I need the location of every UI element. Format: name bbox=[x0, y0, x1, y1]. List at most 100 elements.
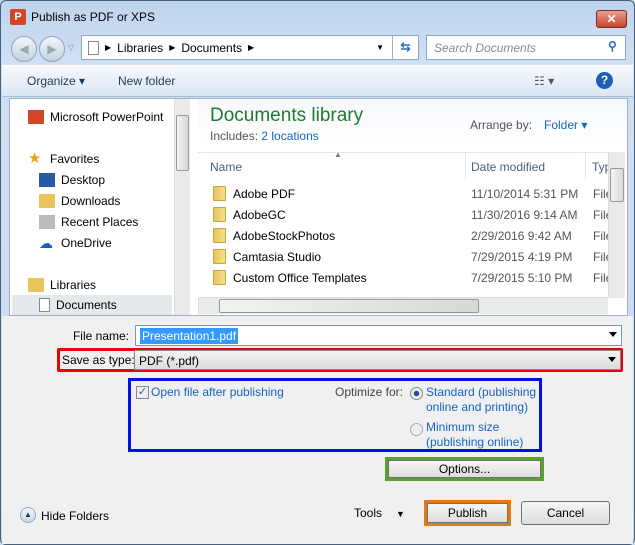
column-header: Name ▲ Date modified Typ bbox=[198, 150, 611, 180]
file-list-pane: Documents library Includes: 2 locations … bbox=[198, 99, 627, 315]
standard-option-label[interactable]: Standard (publishing online and printing) bbox=[426, 385, 536, 415]
save-type-label: Save as type: bbox=[62, 353, 135, 367]
address-dropdown-icon[interactable]: ▼ bbox=[376, 43, 384, 52]
cancel-button[interactable]: Cancel bbox=[521, 501, 610, 525]
nav-label: Downloads bbox=[61, 194, 121, 208]
recent-places-icon bbox=[39, 215, 55, 229]
breadcrumb-libraries[interactable]: Libraries bbox=[117, 41, 163, 55]
publish-highlight: Publish bbox=[424, 500, 511, 526]
nav-label: Favorites bbox=[50, 152, 100, 166]
optimize-label: Optimize for: bbox=[335, 385, 404, 399]
back-button[interactable]: ◀ bbox=[11, 36, 37, 62]
breadcrumb-arrow-icon: ▶ bbox=[169, 43, 176, 52]
includes-label: Includes: bbox=[210, 129, 259, 143]
nav-item-recent-places[interactable]: Recent Places bbox=[39, 212, 190, 232]
publish-button[interactable]: Publish bbox=[427, 503, 508, 523]
publish-options-group: ✓ Open file after publishing Optimize fo… bbox=[128, 378, 542, 452]
file-row[interactable]: AdobeStockPhotos 2/29/2016 9:42 AM File bbox=[198, 225, 612, 246]
nav-label: OneDrive bbox=[61, 236, 112, 250]
breadcrumb-documents[interactable]: Documents bbox=[181, 41, 242, 55]
nav-item-favorites[interactable]: ★ Favorites bbox=[28, 149, 190, 169]
libraries-icon bbox=[28, 278, 44, 292]
file-list-hscrollbar[interactable] bbox=[198, 297, 608, 314]
save-type-highlight: Save as type: PDF (*.pdf) bbox=[57, 348, 623, 372]
file-row[interactable]: Camtasia Studio 7/29/2015 4:19 PM File bbox=[198, 246, 612, 267]
powerpoint-icon: P bbox=[10, 9, 26, 25]
recent-dropdown-icon[interactable]: ▽ bbox=[68, 43, 74, 52]
file-date: 7/29/2015 4:19 PM bbox=[471, 249, 573, 264]
standard-radio[interactable] bbox=[410, 387, 423, 400]
file-name: AdobeGC bbox=[233, 207, 286, 222]
nav-label: Libraries bbox=[50, 278, 97, 292]
view-options-icon[interactable]: ☷ ▾ bbox=[534, 74, 554, 88]
nav-scroll-thumb[interactable] bbox=[176, 115, 189, 171]
folder-icon bbox=[213, 228, 226, 243]
search-icon[interactable]: ⚲ bbox=[608, 39, 617, 53]
folder-icon bbox=[213, 249, 226, 264]
file-list-vscrollbar[interactable] bbox=[608, 152, 625, 298]
forward-button[interactable]: ▶ bbox=[39, 36, 65, 62]
browser-pane: Microsoft PowerPoint ★ Favorites Desktop … bbox=[9, 98, 628, 316]
nav-label: Documents bbox=[56, 298, 117, 312]
nav-item-onedrive[interactable]: ☁ OneDrive bbox=[39, 233, 190, 253]
minimum-size-radio[interactable] bbox=[410, 423, 423, 436]
help-icon[interactable]: ? bbox=[596, 72, 613, 89]
downloads-icon bbox=[39, 194, 55, 208]
window-title: Publish as PDF or XPS bbox=[31, 10, 156, 24]
file-name: Adobe PDF bbox=[233, 186, 296, 201]
organize-button[interactable]: Organize ▾ bbox=[27, 74, 85, 88]
file-date: 7/29/2015 5:10 PM bbox=[471, 270, 573, 285]
breadcrumb-arrow-icon: ▶ bbox=[248, 43, 255, 52]
close-button[interactable]: ✕ bbox=[596, 10, 627, 28]
file-row[interactable]: AdobeGC 11/30/2016 9:14 AM File bbox=[198, 204, 612, 225]
search-input[interactable]: Search Documents bbox=[426, 35, 626, 60]
chevron-down-icon[interactable] bbox=[609, 332, 617, 337]
address-bar[interactable]: ▶ Libraries ▶ Documents ▶ ▼ ⇆ bbox=[81, 35, 419, 60]
new-folder-button[interactable]: New folder bbox=[118, 74, 175, 88]
publish-dialog: P Publish as PDF or XPS ✕ ◀ ▶ ▽ ▶ Librar… bbox=[0, 0, 635, 545]
minimum-size-option-label[interactable]: Minimum size (publishing online) bbox=[426, 420, 523, 450]
file-vscroll-thumb[interactable] bbox=[610, 168, 624, 202]
document-icon bbox=[39, 298, 50, 312]
nav-item-powerpoint[interactable]: Microsoft PowerPoint bbox=[28, 107, 190, 127]
nav-item-documents[interactable]: Documents bbox=[12, 295, 172, 315]
locations-link[interactable]: 2 locations bbox=[261, 129, 318, 143]
sort-up-icon: ▲ bbox=[334, 150, 342, 159]
column-date-modified[interactable]: Date modified bbox=[471, 160, 545, 174]
breadcrumb-arrow-icon: ▶ bbox=[105, 43, 112, 52]
file-name-value: Presentation1.pdf bbox=[140, 328, 239, 344]
refresh-icon[interactable]: ⇆ bbox=[392, 36, 418, 59]
library-title: Documents library bbox=[210, 105, 364, 126]
open-after-checkbox[interactable]: ✓ bbox=[136, 386, 149, 399]
nav-label: Recent Places bbox=[61, 215, 139, 229]
chevron-down-icon bbox=[608, 357, 616, 362]
file-name: AdobeStockPhotos bbox=[233, 228, 336, 243]
tools-button[interactable]: Tools ▼ bbox=[354, 506, 405, 520]
file-date: 11/10/2014 5:31 PM bbox=[471, 186, 579, 201]
toolbar: Organize ▾ New folder ☷ ▾ ? bbox=[2, 65, 633, 97]
open-after-label[interactable]: Open file after publishing bbox=[151, 385, 284, 399]
column-name[interactable]: Name bbox=[210, 160, 242, 174]
arrange-by-dropdown[interactable]: Folder ▾ bbox=[544, 118, 587, 132]
folder-page-icon bbox=[88, 40, 99, 55]
desktop-icon bbox=[39, 173, 55, 187]
hide-folders-icon[interactable]: ▲ bbox=[20, 507, 36, 523]
file-row[interactable]: Custom Office Templates 7/29/2015 5:10 PM… bbox=[198, 267, 612, 288]
file-name: Custom Office Templates bbox=[233, 270, 367, 285]
nav-item-libraries[interactable]: Libraries bbox=[28, 275, 190, 295]
save-type-dropdown[interactable]: PDF (*.pdf) bbox=[134, 350, 621, 370]
nav-scrollbar[interactable] bbox=[174, 99, 190, 315]
nav-item-desktop[interactable]: Desktop bbox=[39, 170, 190, 190]
file-hscroll-thumb[interactable] bbox=[219, 299, 479, 313]
file-name-input[interactable]: Presentation1.pdf bbox=[135, 325, 622, 346]
powerpoint-icon bbox=[28, 110, 44, 124]
options-button[interactable]: Options... bbox=[388, 460, 541, 478]
file-row[interactable]: Adobe PDF 11/10/2014 5:31 PM File bbox=[198, 183, 612, 204]
file-date: 2/29/2016 9:42 AM bbox=[471, 228, 572, 243]
nav-item-downloads[interactable]: Downloads bbox=[39, 191, 190, 211]
folder-icon bbox=[213, 186, 226, 201]
file-name-label: File name: bbox=[72, 329, 129, 343]
folder-icon bbox=[213, 270, 226, 285]
star-icon: ★ bbox=[28, 150, 42, 167]
hide-folders-button[interactable]: Hide Folders bbox=[41, 509, 109, 523]
